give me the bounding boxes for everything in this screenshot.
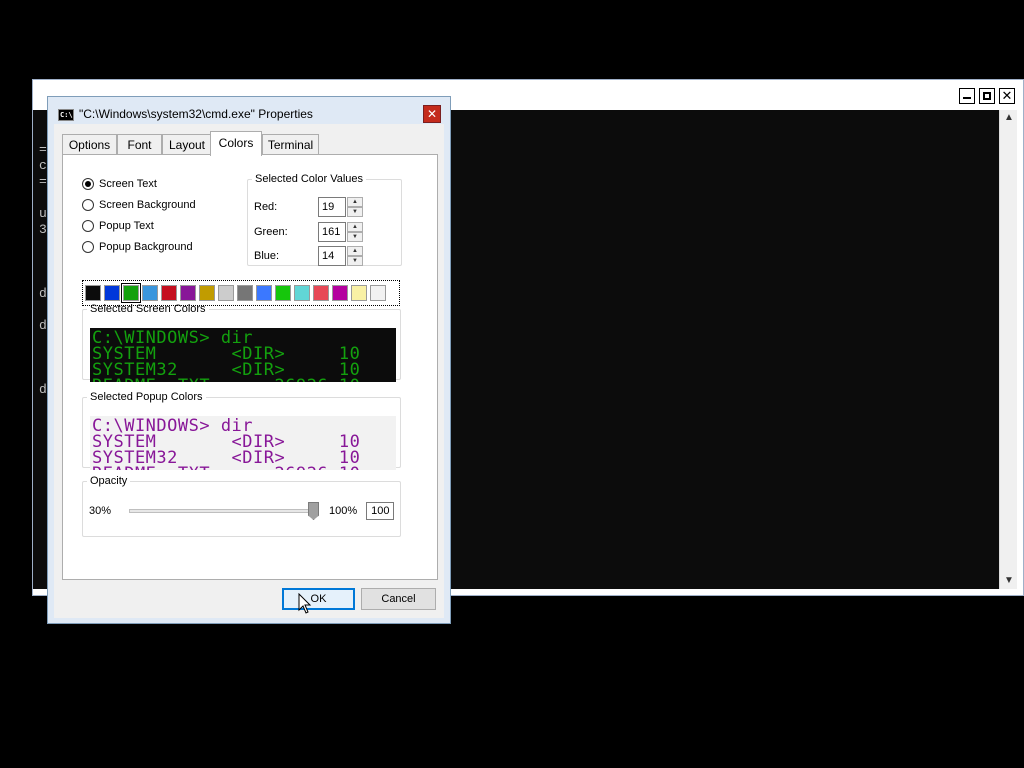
dialog-close-button[interactable]: ✕ [423, 105, 441, 123]
spin-up-icon[interactable]: ▲ [347, 222, 363, 232]
green-spinner[interactable]: ▲ ▼ [318, 222, 363, 242]
red-row: Red: ▲ ▼ [254, 197, 363, 217]
popup-colors-preview: C:\WINDOWS> dir SYSTEM <DIR> 10 SYSTEM32 <… [90, 416, 396, 470]
scroll-down-icon[interactable]: ▼ [1000, 573, 1018, 589]
ok-button[interactable]: OK [282, 588, 355, 610]
spinner-buttons: ▲ ▼ [347, 246, 363, 266]
spin-down-icon[interactable]: ▼ [347, 232, 363, 242]
color-swatch[interactable] [218, 285, 234, 301]
spin-up-icon[interactable]: ▲ [347, 246, 363, 256]
group-legend: Selected Popup Colors [90, 391, 203, 403]
group-legend: Selected Color Values [255, 173, 364, 185]
console-scrollbar[interactable]: ▲ ▼ [999, 110, 1017, 589]
cancel-button[interactable]: Cancel [361, 588, 436, 610]
opacity-row: 30% 100% 100 [89, 501, 395, 521]
red-label: Red: [254, 201, 278, 213]
green-input[interactable] [318, 222, 346, 242]
slider-thumb[interactable] [308, 502, 320, 520]
color-swatch[interactable] [180, 285, 196, 301]
maximize-button[interactable] [979, 88, 995, 104]
spinner-buttons: ▲ ▼ [347, 197, 363, 217]
green-row: Green: ▲ ▼ [254, 222, 363, 242]
maximize-icon [983, 92, 991, 100]
group-legend: Selected Screen Colors [90, 303, 206, 315]
color-swatch[interactable] [85, 285, 101, 301]
tab-colors[interactable]: Colors [210, 131, 262, 156]
color-swatch[interactable] [104, 285, 120, 301]
console-window-controls: ✕ [959, 88, 1015, 104]
spin-down-icon[interactable]: ▼ [347, 207, 363, 217]
blue-label: Blue: [254, 250, 280, 262]
blue-spinner[interactable]: ▲ ▼ [318, 246, 363, 266]
tab-options[interactable]: Options [62, 134, 117, 155]
selected-popup-colors-group: Selected Popup Colors C:\WINDOWS> dir SYS… [82, 391, 401, 470]
slider-rail [129, 509, 320, 513]
radio-indicator[interactable] [82, 199, 94, 211]
color-swatch[interactable] [370, 285, 386, 301]
screen-colors-preview: C:\WINDOWS> dir SYSTEM <DIR> 10 SYSTEM32 <… [90, 328, 396, 382]
preview-line: README TXT 26926 10 [92, 466, 394, 471]
minimize-icon [963, 97, 971, 99]
radio-label: Popup Background [99, 241, 193, 253]
spin-down-icon[interactable]: ▼ [347, 256, 363, 266]
dialog-content: Options Font Layout Colors Terminal Scre… [54, 124, 444, 618]
radio-indicator[interactable] [82, 178, 94, 190]
selected-screen-colors-group: Selected Screen Colors C:\WINDOWS> dir SY… [82, 303, 401, 382]
opacity-max-label: 100% [329, 505, 358, 517]
red-spinner[interactable]: ▲ ▼ [318, 197, 363, 217]
radio-indicator[interactable] [82, 241, 94, 253]
opacity-slider[interactable] [129, 501, 320, 521]
color-swatch[interactable] [199, 285, 215, 301]
preview-line: README TXT 26926 10 [92, 378, 394, 383]
radio-popup-background[interactable]: Popup Background [82, 241, 193, 253]
opacity-value: 100 [366, 502, 395, 520]
tab-layout[interactable]: Layout [162, 134, 212, 155]
opacity-min-label: 30% [89, 505, 112, 517]
tab-terminal[interactable]: Terminal [262, 134, 319, 155]
radio-label: Popup Text [99, 220, 154, 232]
mouse-cursor-icon [298, 593, 312, 614]
color-swatch[interactable] [256, 285, 272, 301]
color-swatch[interactable] [121, 283, 141, 303]
red-input[interactable] [318, 197, 346, 217]
color-swatch[interactable] [142, 285, 158, 301]
spin-up-icon[interactable]: ▲ [347, 197, 363, 207]
color-swatch[interactable] [294, 285, 310, 301]
opacity-group: Opacity 30% 100% 100 [82, 475, 401, 537]
selected-color-values-group: Selected Color Values Red: ▲ ▼ Green: [247, 173, 402, 266]
tab-font[interactable]: Font [117, 134, 162, 155]
cmd-icon: C:\ [58, 109, 74, 121]
radio-indicator[interactable] [82, 220, 94, 232]
radio-popup-text[interactable]: Popup Text [82, 220, 154, 232]
spinner-buttons: ▲ ▼ [347, 222, 363, 242]
green-label: Green: [254, 226, 288, 238]
color-swatch[interactable] [275, 285, 291, 301]
color-swatch[interactable] [351, 285, 367, 301]
group-legend: Opacity [90, 475, 128, 487]
color-swatch[interactable] [332, 285, 348, 301]
blue-input[interactable] [318, 246, 346, 266]
scroll-up-icon[interactable]: ▲ [1000, 110, 1018, 126]
colors-panel: Screen Text Screen Background Popup Text… [62, 154, 438, 580]
color-swatch[interactable] [161, 285, 177, 301]
console-close-button[interactable]: ✕ [999, 88, 1015, 104]
blue-row: Blue: ▲ ▼ [254, 246, 363, 266]
radio-label: Screen Background [99, 199, 196, 211]
color-swatch[interactable] [237, 285, 253, 301]
close-icon: ✕ [1001, 88, 1013, 104]
radio-screen-text[interactable]: Screen Text [82, 178, 157, 190]
radio-screen-background[interactable]: Screen Background [82, 199, 196, 211]
radio-label: Screen Text [99, 178, 157, 190]
dialog-title: "C:\Windows\system32\cmd.exe" Properties [79, 107, 313, 121]
minimize-button[interactable] [959, 88, 975, 104]
properties-dialog: C:\ "C:\Windows\system32\cmd.exe" Proper… [47, 96, 451, 624]
color-swatch[interactable] [313, 285, 329, 301]
